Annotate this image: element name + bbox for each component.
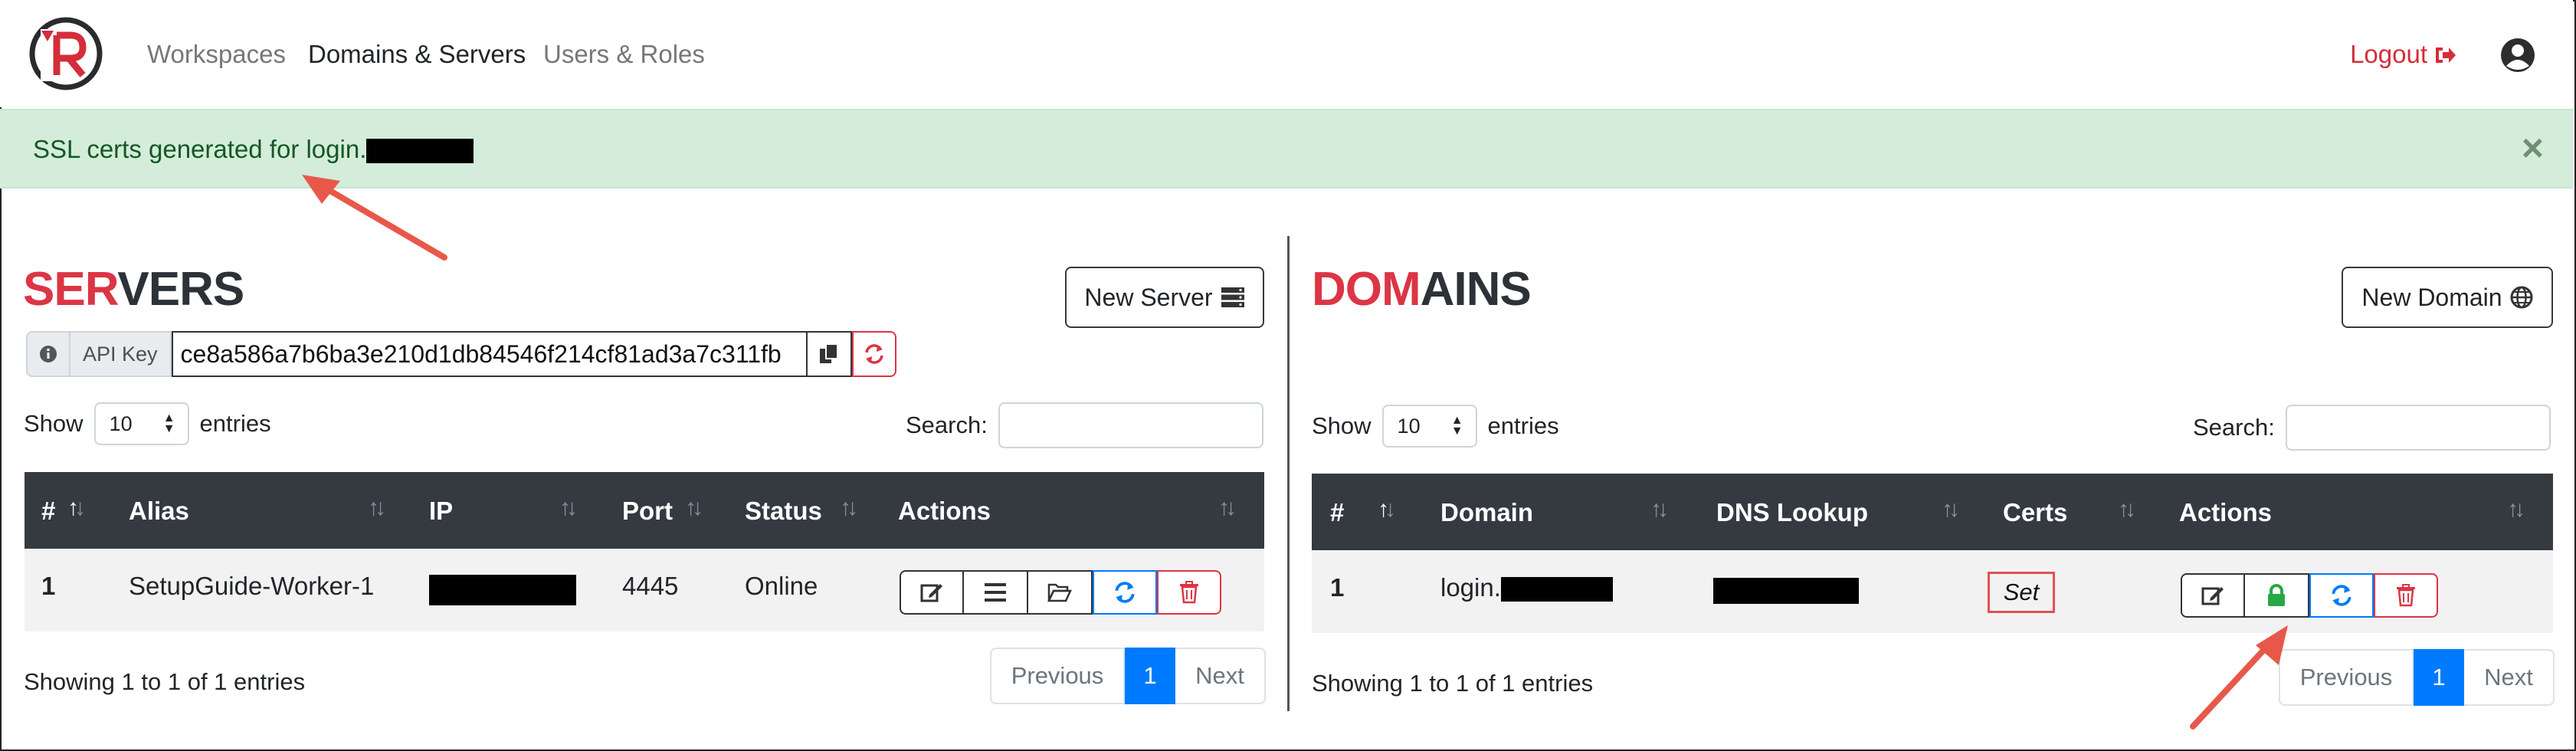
api-key-label: API Key: [70, 331, 172, 377]
sort-icon[interactable]: ↑↓: [1378, 497, 1396, 523]
annotation-arrow-alert: [302, 175, 447, 261]
nav-domains-servers[interactable]: Domains & Servers: [308, 40, 526, 69]
col-actions[interactable]: Actions: [898, 497, 991, 526]
domains-search: Search:: [2193, 405, 2551, 451]
domains-table-header: # ↑↓ Domain ↑↓ DNS Lookup ↑↓ Certs ↑↓ Ac…: [1312, 474, 2553, 550]
servers-next-button[interactable]: Next: [1175, 648, 1266, 704]
app-logo-icon[interactable]: [26, 14, 106, 93]
lock-icon: [2268, 584, 2285, 606]
trash-icon: [1180, 581, 1198, 604]
sort-icon[interactable]: ↑↓: [1650, 497, 1669, 523]
col-status[interactable]: Status: [745, 497, 822, 526]
domain-name: login.: [1440, 573, 1613, 602]
table-row: 1 SetupGuide-Worker-1 4445 Online: [25, 549, 1264, 631]
server-icon: [1221, 287, 1244, 307]
nav-workspaces[interactable]: Workspaces: [147, 40, 286, 69]
domains-search-input[interactable]: [2285, 405, 2551, 451]
domains-title: DOMAINS: [1312, 263, 1532, 316]
panel-divider: [1287, 236, 1290, 711]
sort-icon[interactable]: ↑↓: [2118, 497, 2136, 523]
domains-length-control: Show 10 ▲ ▼ entries: [1312, 405, 1559, 448]
refresh-icon: [864, 344, 883, 364]
updown-icon: ▲ ▼: [162, 412, 175, 435]
servers-table-header: # ↑↓ Alias ↑↓ IP ↑↓ Port ↑↓ Status ↑↓ Ac…: [25, 472, 1264, 549]
info-icon: [26, 331, 70, 377]
trash-icon: [2397, 584, 2415, 607]
sort-icon[interactable]: ↑↓: [1218, 495, 1237, 521]
col-certs[interactable]: Certs: [2003, 498, 2067, 527]
col-alias[interactable]: Alias: [129, 497, 189, 526]
navbar: Workspaces Domains & Servers Users & Rol…: [0, 0, 2573, 107]
api-key-field[interactable]: ce8a586a7b6ba3e210d1db84546f214cf81ad3a7…: [171, 331, 808, 377]
domains-page-size-select[interactable]: 10 ▲ ▼: [1381, 405, 1477, 448]
col-actions[interactable]: Actions: [2179, 498, 2272, 527]
sort-icon[interactable]: ↑↓: [840, 495, 858, 521]
edit-icon: [920, 584, 942, 602]
folder-open-icon: [1047, 583, 1072, 602]
servers-length-control: Show 10 ▲ ▼ entries: [24, 402, 271, 445]
new-domain-button[interactable]: New Domain: [2342, 267, 2553, 328]
copy-icon: [819, 343, 838, 363]
regenerate-api-key-button[interactable]: [851, 331, 896, 377]
domain-actions: [2181, 573, 2438, 618]
col-domain[interactable]: Domain: [1440, 498, 1533, 527]
sort-icon[interactable]: ↑↓: [2507, 497, 2525, 523]
details-server-button[interactable]: [964, 570, 1028, 615]
col-num[interactable]: #: [1330, 498, 1344, 527]
servers-page-size-select[interactable]: 10 ▲ ▼: [93, 402, 189, 445]
sort-icon[interactable]: ↑↓: [1942, 497, 1960, 523]
redacted-ip: [429, 575, 576, 605]
domains-pagination: Previous 1 Next: [2279, 649, 2555, 706]
col-ip[interactable]: IP: [429, 497, 453, 526]
domains-next-button[interactable]: Next: [2464, 649, 2555, 706]
servers-search-input[interactable]: [998, 402, 1263, 448]
sort-icon[interactable]: ↑↓: [685, 495, 703, 521]
close-alert-button[interactable]: ×: [2522, 126, 2544, 170]
globe-icon: [2510, 286, 2533, 309]
edit-icon: [2201, 587, 2224, 605]
sort-icon[interactable]: ↑↓: [368, 495, 386, 521]
servers-previous-button[interactable]: Previous: [990, 648, 1125, 704]
servers-page-1-button[interactable]: 1: [1125, 648, 1175, 704]
servers-table-info: Showing 1 to 1 of 1 entries: [24, 668, 306, 695]
nav-users-roles[interactable]: Users & Roles: [543, 40, 705, 69]
sort-icon[interactable]: ↑↓: [67, 495, 86, 521]
certs-status-badge: Set: [1988, 572, 2055, 613]
generate-ssl-button[interactable]: [2245, 573, 2309, 618]
refresh-server-button[interactable]: [1093, 570, 1157, 615]
sign-out-icon: [2436, 48, 2456, 63]
edit-domain-button[interactable]: [2181, 573, 2245, 618]
updown-icon: ▲ ▼: [1450, 414, 1463, 438]
copy-api-key-button[interactable]: [807, 331, 852, 377]
annotation-arrow-lock: [2190, 625, 2288, 730]
new-server-button[interactable]: New Server: [1065, 267, 1264, 328]
col-dns-lookup[interactable]: DNS Lookup: [1716, 498, 1868, 527]
col-num[interactable]: #: [41, 497, 55, 526]
refresh-domain-button[interactable]: [2309, 573, 2374, 618]
servers-search: Search:: [906, 402, 1263, 448]
alert-message: SSL certs generated for login.: [33, 135, 474, 164]
redacted-block: [366, 139, 474, 164]
sort-icon[interactable]: ↑↓: [559, 495, 578, 521]
align-justify-icon: [985, 583, 1006, 602]
redacted-dns: [1713, 578, 1859, 604]
delete-domain-button[interactable]: [2374, 573, 2438, 618]
redacted-block: [1500, 577, 1613, 602]
delete-server-button[interactable]: [1157, 570, 1221, 615]
domains-table-info: Showing 1 to 1 of 1 entries: [1312, 670, 1594, 697]
files-server-button[interactable]: [1028, 570, 1093, 615]
edit-server-button[interactable]: [900, 570, 964, 615]
server-actions: [900, 570, 1221, 615]
logout-label: Logout: [2350, 40, 2427, 68]
servers-title: SERVERS: [23, 263, 244, 316]
user-account-icon[interactable]: [2499, 37, 2536, 74]
refresh-icon: [2332, 585, 2352, 606]
logout-button[interactable]: Logout: [2350, 40, 2456, 69]
col-port[interactable]: Port: [622, 497, 673, 526]
servers-pagination: Previous 1 Next: [990, 648, 1266, 704]
domains-page-1-button[interactable]: 1: [2414, 649, 2464, 706]
api-key-group: API Key ce8a586a7b6ba3e210d1db84546f214c…: [26, 331, 896, 377]
table-row: 1 login. Set: [1312, 550, 2553, 633]
refresh-icon: [1115, 582, 1135, 603]
